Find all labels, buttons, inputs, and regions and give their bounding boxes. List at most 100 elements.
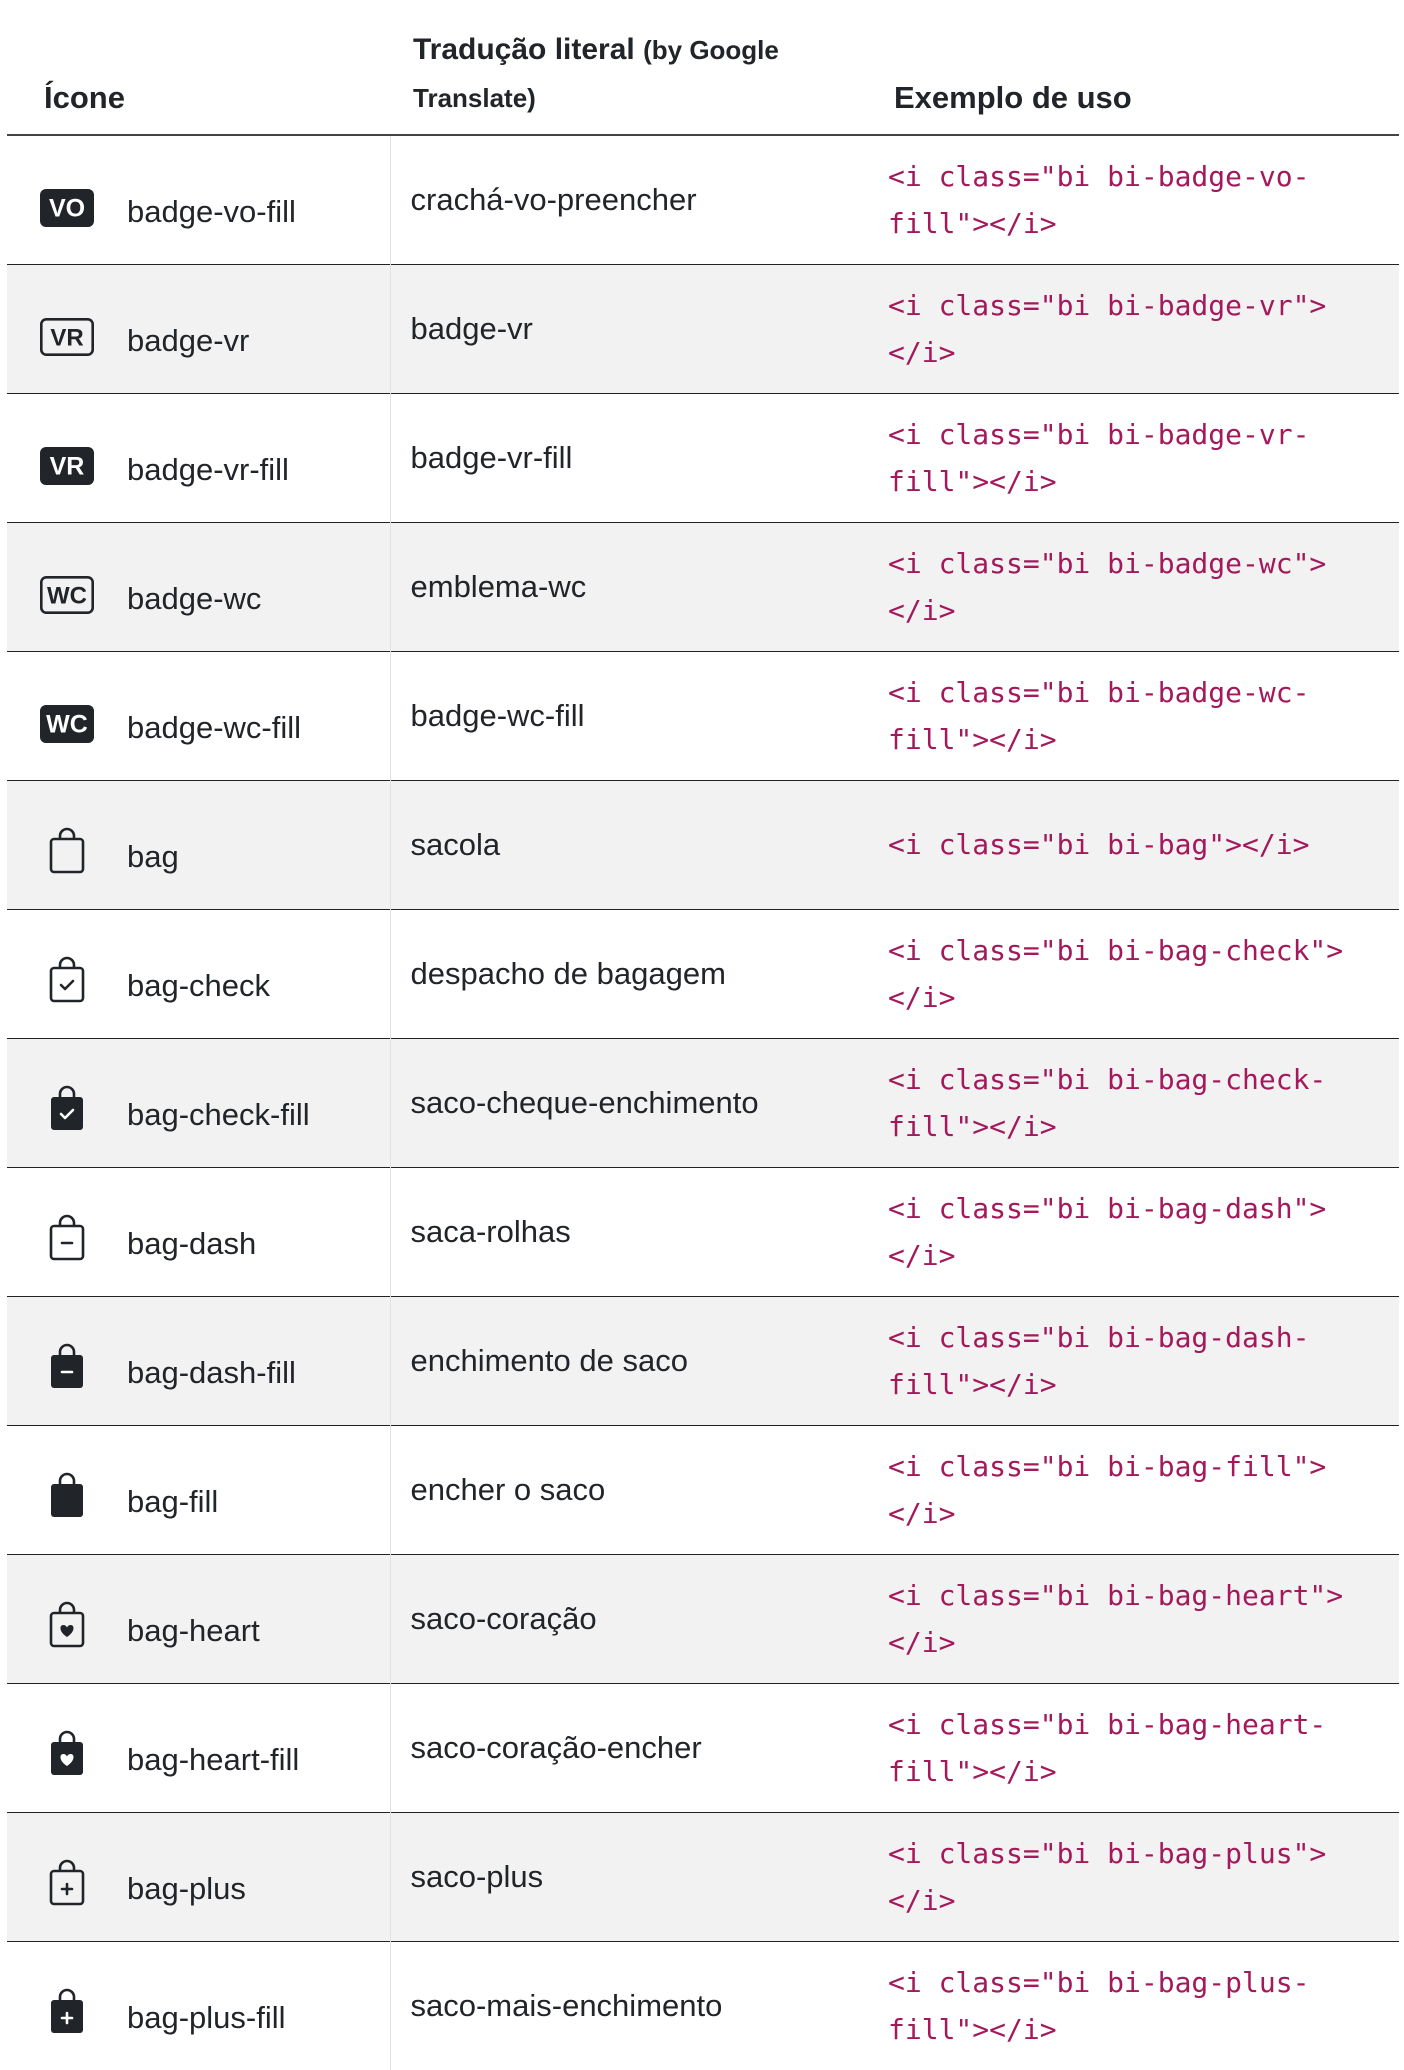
icon-name: badge-wc bbox=[127, 580, 262, 616]
icon-table-page: Ícone Tradução literal (by Google Transl… bbox=[0, 0, 1404, 2070]
icon-cell: VO badge-vo-fill bbox=[7, 135, 390, 264]
svg-text:VO: VO bbox=[49, 195, 85, 223]
icon-cell: bag-check bbox=[7, 908, 390, 1038]
badge-wc-fill-icon: WC bbox=[37, 693, 97, 753]
table-row: bag-dash saca-rolhas <i class="bi bi-bag… bbox=[7, 1166, 1399, 1296]
translation-cell: despacho de bagagem bbox=[389, 908, 874, 1038]
code-line-2: fill"></i> bbox=[888, 1367, 1057, 1401]
icon-cell: bag-dash-fill bbox=[7, 1295, 390, 1425]
code-line-1: <i class="bi bi-badge-wc"> bbox=[888, 546, 1327, 580]
icon-cell: bag-plus bbox=[7, 1811, 390, 1941]
table-row: bag-dash-fill enchimento de saco <i clas… bbox=[7, 1295, 1399, 1425]
icon-name: bag-plus bbox=[127, 1870, 246, 1906]
example-cell: <i class="bi bi-bag-plus-fill"></i> bbox=[874, 1940, 1399, 2070]
icon-name: bag-check bbox=[127, 967, 271, 1003]
bag-dash-icon bbox=[37, 1209, 97, 1269]
code-line-1: <i class="bi bi-bag-dash- bbox=[888, 1320, 1310, 1354]
table-row: WC badge-wc-fill badge-wc-fill <i class=… bbox=[7, 650, 1399, 780]
bag-heart-fill-icon bbox=[37, 1725, 97, 1785]
table-header: Ícone Tradução literal (by Google Transl… bbox=[7, 0, 1399, 136]
code-line-1: <i class="bi bi-bag-heart- bbox=[888, 1707, 1327, 1741]
bag-heart-icon bbox=[37, 1596, 97, 1656]
icon-cell: bag bbox=[7, 779, 390, 909]
icon-cell: bag-check-fill bbox=[7, 1037, 390, 1167]
icon-cell: WC badge-wc bbox=[7, 521, 390, 651]
code-line-1: <i class="bi bi-badge-wc- bbox=[888, 675, 1310, 709]
code-line-1: <i class="bi bi-bag"></i> bbox=[888, 828, 1310, 861]
icon-cell: bag-heart-fill bbox=[7, 1682, 390, 1812]
icon-name: bag bbox=[127, 838, 179, 874]
translation-cell: saco-coração bbox=[389, 1553, 874, 1683]
svg-text:VR: VR bbox=[50, 452, 85, 480]
code-line-2: </i> bbox=[888, 1238, 956, 1272]
code-line-1: <i class="bi bi-bag-fill"> bbox=[888, 1449, 1327, 1483]
code-line-2: fill"></i> bbox=[888, 722, 1057, 756]
icon-cell: WC badge-wc-fill bbox=[7, 650, 390, 780]
code-line-2: fill"></i> bbox=[888, 2012, 1057, 2046]
icon-cell: VR badge-vr bbox=[7, 263, 390, 393]
code-line-1: <i class="bi bi-bag-dash"> bbox=[888, 1191, 1327, 1225]
code-line-2: </i> bbox=[888, 1625, 956, 1659]
table-row: bag sacola <i class="bi bi-bag"></i> bbox=[7, 779, 1399, 909]
code-line-2: </i> bbox=[888, 335, 956, 369]
icon-name: bag-fill bbox=[127, 1483, 219, 1519]
svg-text:WC: WC bbox=[46, 710, 88, 738]
example-cell: <i class="bi bi-bag-heart-fill"></i> bbox=[874, 1682, 1399, 1812]
example-cell: <i class="bi bi-badge-vr-fill"></i> bbox=[874, 392, 1399, 522]
code-line-1: <i class="bi bi-bag-plus- bbox=[888, 1965, 1310, 1999]
code-line-1: <i class="bi bi-badge-vo- bbox=[888, 159, 1310, 193]
code-line-2: </i> bbox=[888, 980, 956, 1014]
icon-cell: bag-fill bbox=[7, 1424, 390, 1554]
code-line-2: fill"></i> bbox=[888, 1754, 1057, 1788]
example-cell: <i class="bi bi-bag"></i> bbox=[874, 779, 1399, 909]
code-line-2: fill"></i> bbox=[888, 206, 1057, 240]
code-line-1: <i class="bi bi-bag-heart"> bbox=[888, 1578, 1344, 1612]
bag-plus-icon bbox=[37, 1854, 97, 1914]
code-line-1: <i class="bi bi-bag-plus"> bbox=[888, 1836, 1327, 1870]
translation-cell: emblema-wc bbox=[389, 521, 874, 651]
icon-cell: bag-dash bbox=[7, 1166, 390, 1296]
code-line-1: <i class="bi bi-badge-vr- bbox=[888, 417, 1310, 451]
icon-cell: bag-heart bbox=[7, 1553, 390, 1683]
icon-name: bag-heart-fill bbox=[127, 1741, 300, 1777]
icon-name: badge-vr-fill bbox=[127, 451, 289, 487]
icon-name: bag-dash-fill bbox=[127, 1354, 296, 1390]
translation-cell: encher o saco bbox=[389, 1424, 874, 1554]
code-line-1: <i class="bi bi-bag-check- bbox=[888, 1062, 1327, 1096]
code-line-1: <i class="bi bi-badge-vr"> bbox=[888, 288, 1327, 322]
table-row: bag-check-fill saco-cheque-enchimento <i… bbox=[7, 1037, 1399, 1167]
translation-cell: saco-cheque-enchimento bbox=[389, 1037, 874, 1167]
icon-cell: VR badge-vr-fill bbox=[7, 392, 390, 522]
code-line-2: fill"></i> bbox=[888, 464, 1057, 498]
svg-text:WC: WC bbox=[47, 582, 87, 609]
translation-cell: sacola bbox=[389, 779, 874, 909]
badge-vo-fill-icon: VO bbox=[37, 177, 97, 237]
example-cell: <i class="bi bi-bag-dash-fill"></i> bbox=[874, 1295, 1399, 1425]
table-row: VR badge-vr-fill badge-vr-fill <i class=… bbox=[7, 392, 1399, 522]
code-line-1: <i class="bi bi-bag-check"> bbox=[888, 933, 1344, 967]
bag-icon bbox=[37, 822, 97, 882]
example-cell: <i class="bi bi-badge-vr"> </i> bbox=[874, 263, 1399, 393]
icon-cell: bag-plus-fill bbox=[7, 1940, 390, 2070]
translation-cell: saco-mais-enchimento bbox=[389, 1940, 874, 2070]
icon-name: bag-dash bbox=[127, 1225, 257, 1261]
example-cell: <i class="bi bi-bag-check-fill"></i> bbox=[874, 1037, 1399, 1167]
table-body: VO badge-vo-fill crachá-vo-preencher <i … bbox=[7, 135, 1399, 2070]
icon-name: badge-vo-fill bbox=[127, 194, 296, 229]
svg-text:VR: VR bbox=[50, 324, 83, 351]
translation-cell: saco-coração-encher bbox=[389, 1682, 874, 1812]
bag-check-fill-icon bbox=[37, 1080, 97, 1140]
translation-cell: saca-rolhas bbox=[389, 1166, 874, 1296]
translation-cell: enchimento de saco bbox=[389, 1295, 874, 1425]
example-cell: <i class="bi bi-bag-plus"> </i> bbox=[874, 1811, 1399, 1941]
example-cell: <i class="bi bi-badge-wc"> </i> bbox=[874, 521, 1399, 651]
icon-table: Ícone Tradução literal (by Google Transl… bbox=[7, 0, 1399, 2070]
example-cell: <i class="bi bi-badge-wc-fill"></i> bbox=[874, 650, 1399, 780]
table-row: bag-plus-fill saco-mais-enchimento <i cl… bbox=[7, 1940, 1399, 2070]
table-row: WC badge-wc emblema-wc <i class="bi bi-b… bbox=[7, 521, 1399, 651]
translation-cell: badge-vr bbox=[389, 263, 874, 393]
table-row: bag-fill encher o saco <i class="bi bi-b… bbox=[7, 1424, 1399, 1554]
badge-wc-icon: WC bbox=[37, 564, 97, 624]
table-row: bag-plus saco-plus <i class="bi bi-bag-p… bbox=[7, 1811, 1399, 1941]
example-cell: <i class="bi bi-badge-vo-fill"></i> bbox=[874, 135, 1399, 264]
